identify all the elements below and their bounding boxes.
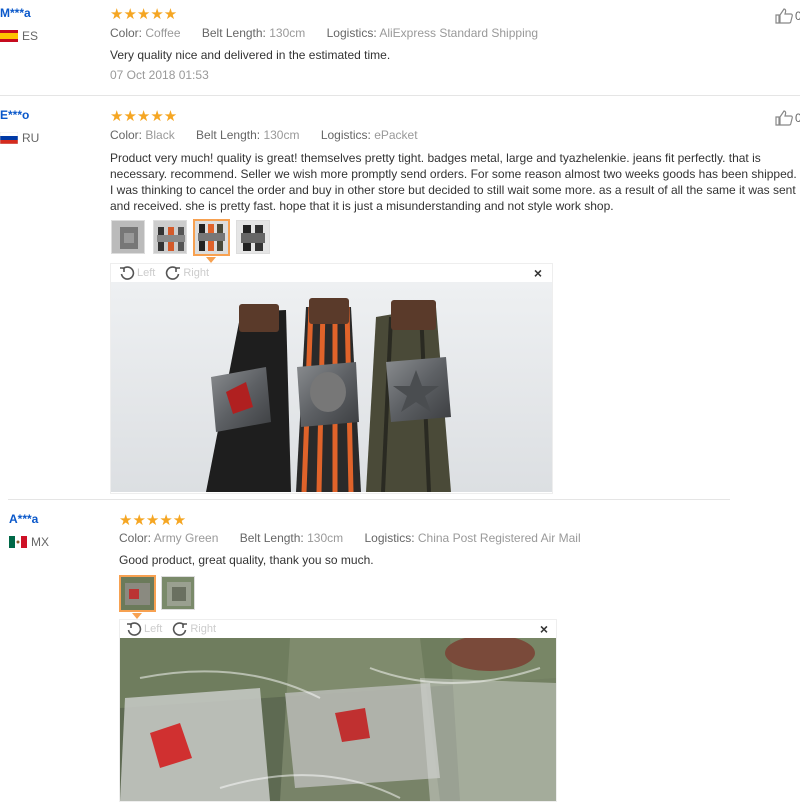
logistics-label: Logistics: — [320, 128, 371, 142]
rotate-left-button[interactable]: Left — [119, 265, 155, 281]
mexico-flag-icon — [9, 536, 27, 548]
star-rating: ★★★★★ — [110, 108, 178, 125]
rotate-right-label: Right — [190, 623, 217, 635]
photo-viewer: Left Right × — [110, 263, 553, 494]
country-code: ES — [22, 29, 39, 43]
helpful-count: 0 — [795, 111, 800, 125]
photo-thumbnail-image — [162, 577, 194, 609]
color-value: Coffee — [145, 26, 181, 40]
reviewer-name: M***a — [0, 6, 31, 20]
rotate-right-label: Right — [183, 267, 210, 279]
thumbs-up-icon — [775, 110, 793, 126]
review-attributes: Color: Black Belt Length: 130cm Logistic… — [110, 128, 436, 142]
review-photo-thumbnail[interactable] — [161, 576, 195, 610]
rotate-left-label: Left — [137, 267, 156, 279]
color-value: Black — [145, 128, 175, 142]
review-photo-thumbnail-selected[interactable] — [193, 219, 230, 256]
length-value: 130cm — [307, 531, 344, 545]
reviewer-name: E***o — [0, 108, 30, 122]
reviewer-country: ES — [0, 29, 38, 43]
color-label: Color: — [110, 26, 143, 40]
review-attributes: Color: Coffee Belt Length: 130cm Logisti… — [110, 26, 556, 40]
length-label: Belt Length: — [196, 128, 261, 142]
photo-thumbnail-image — [195, 221, 228, 254]
thumbs-up-icon — [775, 8, 793, 24]
country-code: MX — [31, 535, 49, 549]
review-divider — [8, 499, 730, 500]
photo-viewer-toolbar: Left Right × — [120, 620, 556, 638]
close-icon[interactable]: × — [540, 621, 548, 637]
helpful-button[interactable]: 0 — [775, 110, 800, 126]
review-photo-thumbnail[interactable] — [153, 220, 187, 254]
logistics-value: ePacket — [374, 128, 418, 142]
rotate-left-icon — [127, 622, 142, 636]
belt-photo-image — [120, 638, 556, 801]
reviewer-country: MX — [9, 535, 49, 549]
photo-thumbnail-image — [237, 221, 269, 253]
helpful-count: 0 — [795, 9, 800, 23]
photo-thumbnail-image — [154, 221, 186, 253]
rotate-left-label: Left — [144, 623, 163, 635]
photo-viewer: Left Right × — [119, 619, 557, 802]
length-label: Belt Length: — [201, 26, 266, 40]
reviewer-name: A***a — [9, 512, 39, 526]
review-attributes: Color: Army Green Belt Length: 130cm Log… — [119, 531, 599, 545]
review-photo-thumbnail[interactable] — [111, 220, 145, 254]
belt-photo-image — [111, 282, 552, 492]
star-rating: ★★★★★ — [119, 512, 187, 529]
rotate-left-button[interactable]: Left — [126, 621, 162, 637]
rotate-right-icon — [173, 622, 188, 636]
review-divider — [0, 95, 800, 96]
spain-flag-icon — [0, 30, 18, 42]
rotate-right-button[interactable]: Right — [172, 621, 216, 637]
star-rating: ★★★★★ — [110, 6, 178, 23]
logistics-label: Logistics: — [326, 26, 377, 40]
rotate-right-button[interactable]: Right — [165, 265, 209, 281]
logistics-value: AliExpress Standard Shipping — [379, 26, 539, 40]
helpful-button[interactable]: 0 — [775, 8, 800, 24]
review-photo-thumbnail[interactable] — [236, 220, 270, 254]
review-photo-thumbnail-selected[interactable] — [119, 575, 156, 612]
photo-thumbnail-image — [121, 577, 154, 610]
color-value: Army Green — [153, 531, 219, 545]
reviewer-country: RU — [0, 131, 39, 145]
length-label: Belt Length: — [239, 531, 304, 545]
review-text: Very quality nice and delivered in the e… — [110, 48, 391, 62]
photo-thumbnail-image — [112, 221, 144, 253]
country-code: RU — [22, 131, 40, 145]
review-text: Product very much! quality is great! the… — [110, 151, 797, 213]
logistics-label: Logistics: — [364, 531, 415, 545]
length-value: 130cm — [263, 128, 300, 142]
close-icon[interactable]: × — [534, 265, 542, 281]
length-value: 130cm — [269, 26, 306, 40]
color-label: Color: — [110, 128, 143, 142]
rotate-right-icon — [166, 266, 181, 280]
review-text: Good product, great quality, thank you s… — [119, 553, 374, 567]
photo-viewer-toolbar: Left Right × — [111, 264, 552, 282]
russia-flag-icon — [0, 132, 18, 144]
color-label: Color: — [119, 531, 152, 545]
logistics-value: China Post Registered Air Mail — [417, 531, 581, 545]
review-date: 07 Oct 2018 01:53 — [110, 68, 209, 82]
rotate-left-icon — [120, 266, 135, 280]
